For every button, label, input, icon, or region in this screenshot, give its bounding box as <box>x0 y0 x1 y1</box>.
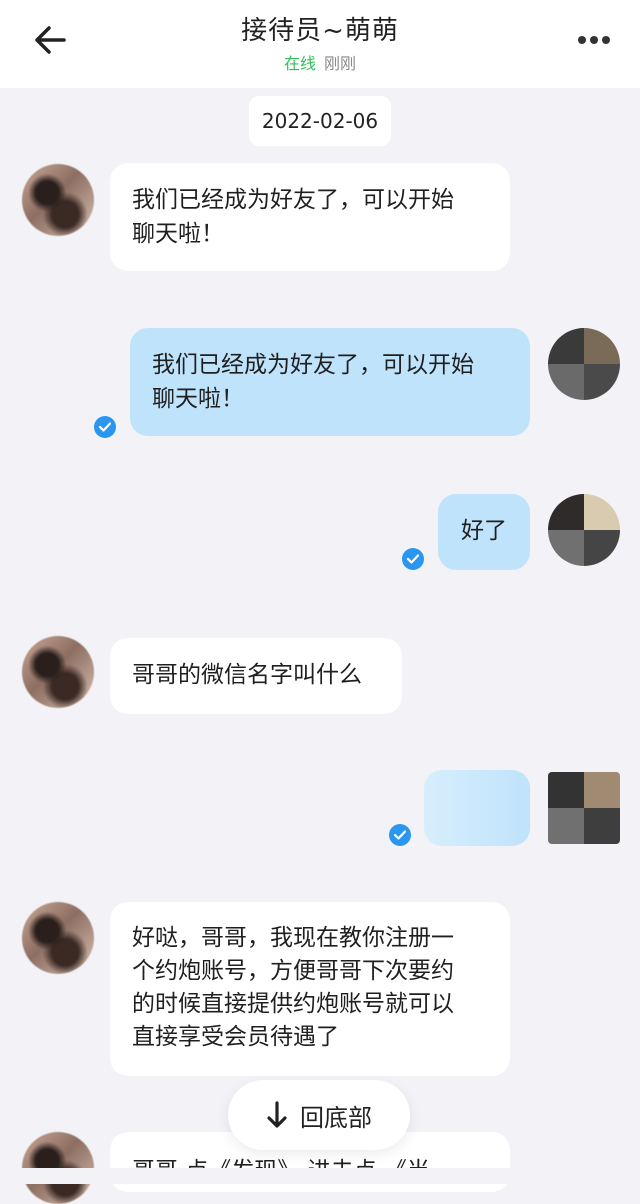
message-bubble-incoming[interactable]: 我们已经成为好友了，可以开始 聊天啦！ <box>110 163 510 271</box>
scroll-to-bottom-label: 回底部 <box>300 1103 372 1132</box>
scroll-to-bottom-button[interactable]: 回底部 <box>228 1080 410 1150</box>
message-text: 我们已经成为好友了，可以开始 聊天啦！ <box>152 352 474 412</box>
message-bubble-incoming[interactable]: 好哒，哥哥，我现在教你注册一 个约炮账号，方便哥哥下次要约 的时候直接提供约炮账… <box>110 902 510 1076</box>
message-bubble-outgoing[interactable]: 我们已经成为好友了，可以开始 聊天啦！ <box>130 328 530 436</box>
chat-header: 接待员~萌萌 在线 刚刚 <box>0 0 640 88</box>
message-text: 好了 <box>461 518 507 544</box>
message-text: 我们已经成为好友了，可以开始 聊天啦！ <box>132 187 454 247</box>
my-avatar[interactable] <box>548 772 620 844</box>
more-options-button[interactable] <box>568 18 620 62</box>
contact-avatar[interactable] <box>22 164 94 236</box>
my-avatar[interactable] <box>548 328 620 400</box>
message-bubble-outgoing[interactable]: 好了 <box>438 494 530 570</box>
date-separator: 2022-02-06 <box>249 96 391 146</box>
arrow-down-icon <box>267 1101 287 1128</box>
message-bubble-outgoing-redacted[interactable] <box>424 770 530 846</box>
last-seen-label: 刚刚 <box>324 54 357 73</box>
message-text: 哥哥的微信名字叫什么 <box>132 662 362 688</box>
read-check-icon <box>389 824 411 846</box>
my-avatar[interactable] <box>548 494 620 566</box>
message-text: 好哒，哥哥，我现在教你注册一 个约炮账号，方便哥哥下次要约 的时候直接提供约炮账… <box>132 925 454 1050</box>
contact-avatar[interactable] <box>22 902 94 974</box>
read-check-icon <box>94 416 116 438</box>
message-bubble-incoming[interactable]: 哥哥的微信名字叫什么 <box>110 638 402 714</box>
bottom-edge <box>0 1168 640 1184</box>
contact-status: 在线 刚刚 <box>0 50 640 74</box>
online-status-label: 在线 <box>283 54 316 73</box>
chat-title: 接待员~萌萌 <box>241 16 399 46</box>
more-dots-icon <box>578 36 610 44</box>
contact-avatar[interactable] <box>22 636 94 708</box>
read-check-icon <box>402 548 424 570</box>
